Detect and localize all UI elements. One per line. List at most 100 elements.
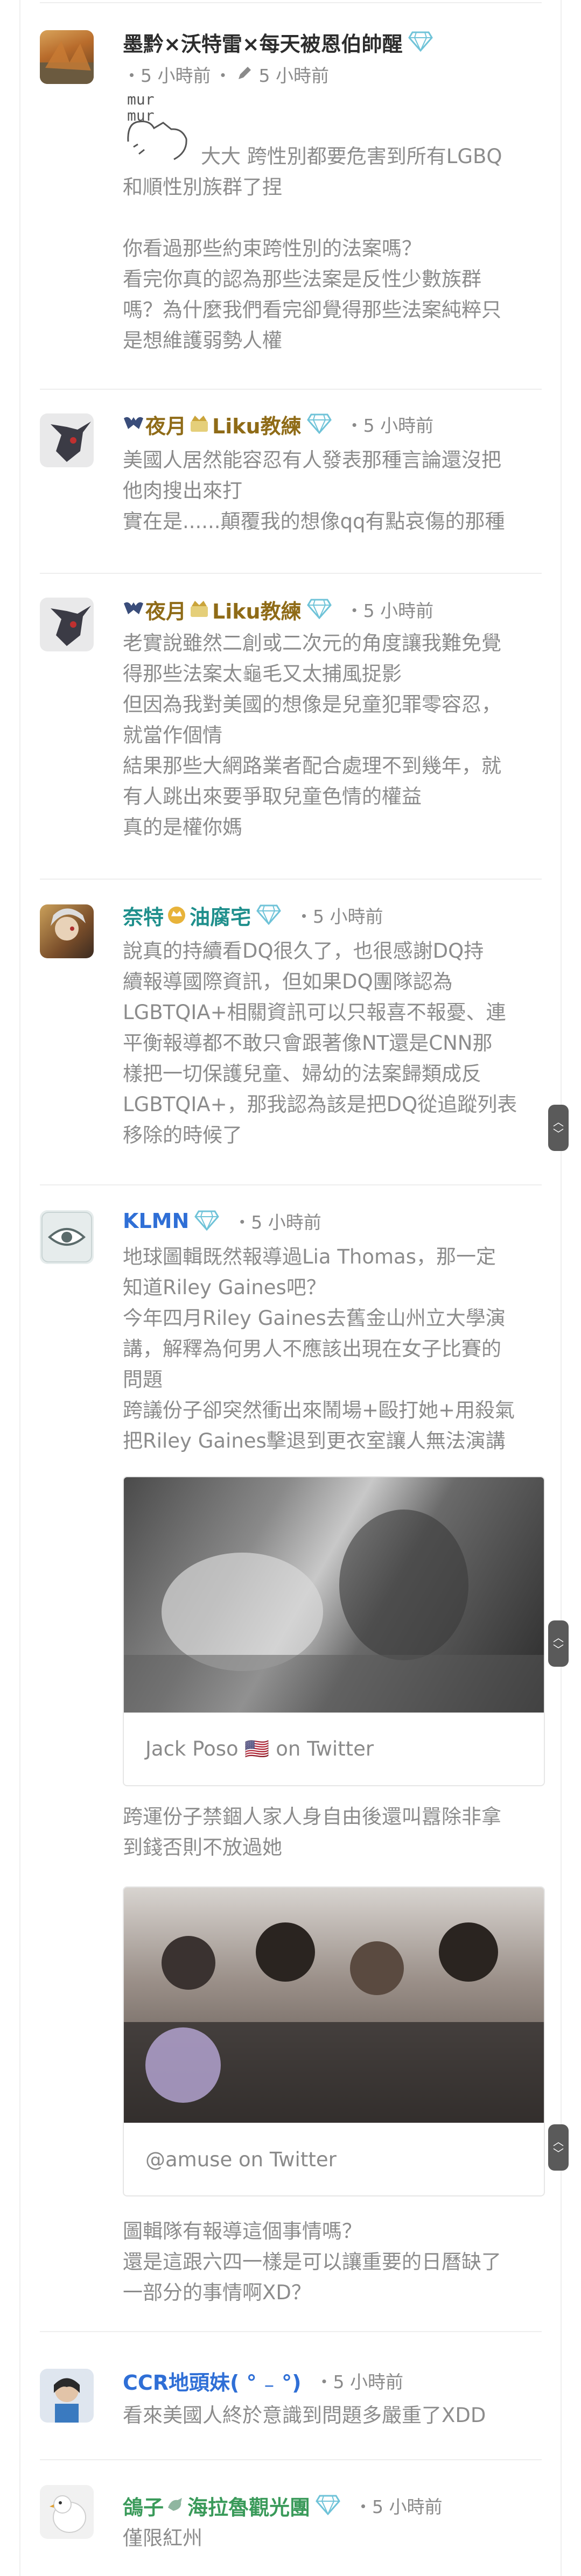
author-name[interactable]: 鴿子: [123, 2491, 164, 2521]
diamond-icon: [256, 903, 281, 927]
embed-caption[interactable]: @amuse on Twitter: [124, 2123, 544, 2195]
body-line: 和順性別族群了捏: [123, 176, 282, 199]
post-time: 5 小時前: [258, 65, 330, 86]
scroll-control[interactable]: ︿ ﹀: [548, 1105, 569, 1151]
post-body: 跨運份子禁錮人家人身自由後還叫囂除非拿 到錢否則不放過她: [123, 1801, 543, 1863]
body-line: [123, 202, 543, 233]
body-line: 知道Riley Gaines吧？: [123, 1276, 326, 1299]
chevron-up-icon[interactable]: ︿: [553, 1632, 564, 1644]
post-divider: [40, 389, 542, 390]
post-body: 地球圖輯既然報導過Lia Thomas，那一定 知道Riley Gaines吧？…: [123, 1241, 543, 1456]
body-line: 但因為我對美國的想像是兒童犯罪零容忍，: [123, 693, 501, 716]
post-divider: [40, 879, 542, 880]
author-name[interactable]: CCR地頭妹( ° ₋ °): [123, 2366, 302, 2396]
meta-dot: ・: [315, 2371, 333, 2392]
body-line: 說真的持續看DQ很久了，也很感謝DQ持: [123, 939, 484, 963]
chevron-up-icon[interactable]: ︿: [553, 2136, 564, 2147]
body-line: 結果那些大網路業者配合處理不到幾年，就: [123, 754, 501, 777]
chevron-down-icon[interactable]: ﹀: [553, 1644, 564, 1655]
crown-badge-icon: [188, 598, 210, 621]
meta-dot: ・: [214, 65, 232, 86]
avatar[interactable]: [40, 2485, 94, 2539]
body-line: 老實說雖然二創或二次元的角度讓我難免覺: [123, 631, 501, 655]
meta-dot: ・: [295, 906, 313, 927]
post-body: 圖輯隊有報導這個事情嗎？ 還是這跟六四一樣是可以讓重要的日曆缺了 一部分的事情啊…: [123, 2216, 543, 2308]
body-line: 跨運份子禁錮人家人身自由後還叫囂除非拿: [123, 1805, 501, 1828]
scroll-control[interactable]: ︿ ﹀: [548, 2124, 569, 2171]
body-line: LGBTQIA+相關資訊可以只報喜不報憂、連: [123, 1001, 506, 1024]
crown-badge-icon: [188, 412, 210, 436]
chevron-down-icon[interactable]: ﹀: [553, 2147, 564, 2159]
embed-caption[interactable]: Jack Poso 🇺🇸 on Twitter: [124, 1712, 544, 1785]
post-meta: ・ 5 小時前 ・ 5 小時前: [123, 59, 329, 89]
post-header: 夜月 Liku教練 ・ 5 小時前: [123, 409, 433, 439]
meta-dot: ・: [354, 2496, 373, 2517]
post-body: 僅限紅州: [123, 2523, 543, 2553]
post-divider: [40, 2, 542, 3]
twitter-embed[interactable]: Jack Poso 🇺🇸 on Twitter: [123, 1476, 545, 1786]
meta-dot: ・: [123, 65, 141, 86]
body-line: 問題: [123, 1368, 163, 1391]
body-line: 一部分的事情啊XD？: [123, 2281, 311, 2304]
body-line: 跨議份子卻突然衝出來鬧場+毆打她+用殺氣: [123, 1399, 515, 1422]
body-line: 今年四月Riley Gaines去舊金山州立大學演: [123, 1307, 506, 1330]
body-line: 平衡報導都不敢只會跟著像NT還是CNN那: [123, 1031, 493, 1055]
crown-badge-icon: [166, 903, 187, 927]
avatar[interactable]: [40, 2369, 94, 2423]
body-line: 實在是......顛覆我的想像qq有點哀傷的那種: [123, 510, 505, 533]
meta-dot: ・: [345, 600, 363, 621]
author-name[interactable]: 奈特: [123, 901, 164, 930]
body-line: 講，解釋為何男人不應該出現在女子比賽的: [123, 1337, 501, 1360]
post-body: 看來美國人終於意識到問題多嚴重了XDD: [123, 2400, 543, 2431]
body-line: 看完你真的認為那些法案是反性少數族群: [123, 268, 481, 291]
avatar[interactable]: [40, 1210, 94, 1264]
body-line: 樣把一切保護兒童、婦幼的法案歸類成反: [123, 1062, 481, 1085]
author-name[interactable]: 夜月: [145, 595, 186, 624]
body-line: 續報導國際資訊，但如果DQ團隊認為: [123, 970, 453, 993]
post-body: 說真的持續看DQ很久了，也很感謝DQ持 續報導國際資訊，但如果DQ團隊認為 LG…: [123, 936, 543, 1150]
sticker-text: mur mur: [127, 90, 155, 124]
diamond-icon: [306, 598, 332, 621]
post-header: 奈特 油腐宅 ・ 5 小時前: [123, 900, 383, 930]
pencil-icon: [235, 64, 254, 85]
meta-dot: ・: [233, 1212, 251, 1233]
body-line: 移除的時候了: [123, 1124, 242, 1147]
author-name[interactable]: 夜月: [145, 410, 186, 439]
post-body: 老實說雖然二創或二次元的角度讓我難免覺 得那些法案太龜毛又太捕風捉影 但因為我對…: [123, 628, 543, 843]
post-divider: [40, 2459, 542, 2460]
post-body: 大大 跨性別都要危害到所有LGBQ: [123, 141, 543, 172]
body-line: 地球圖輯既然報導過Lia Thomas，那一定: [123, 1245, 496, 1268]
edited-time: 5 小時前: [141, 65, 211, 86]
author-name[interactable]: KLMN: [123, 1209, 189, 1233]
post-time: 5 小時前: [372, 2496, 443, 2517]
embed-image[interactable]: [124, 1477, 544, 1712]
diamond-icon: [316, 2494, 340, 2517]
post-time: 5 小時前: [363, 415, 434, 436]
post-header: 墨黔×沃特雷×每天被恩伯帥醒: [123, 27, 433, 57]
post-time: 5 小時前: [363, 600, 434, 621]
body-line: 嗎？為什麼我們看完卻覺得那些法案純粹只: [123, 298, 501, 321]
body-line: 到錢否則不放過她: [123, 1836, 282, 1859]
scroll-control[interactable]: ︿ ﹀: [548, 1620, 569, 1667]
bat-wing-icon: [123, 414, 144, 434]
body-line: LGBTQIA+，那我認為該是把DQ從追蹤列表: [123, 1093, 517, 1116]
bat-wing-icon: [123, 599, 144, 620]
post-body: 和順性別族群了捏 你看過那些約束跨性別的法案嗎？ 看完你真的認為那些法案是反性少…: [123, 172, 543, 356]
author-name[interactable]: 墨黔×沃特雷×每天被恩伯帥醒: [123, 27, 403, 57]
body-line: 美國人居然能容忍有人發表那種言論還沒把: [123, 448, 501, 472]
chevron-up-icon[interactable]: ︿: [553, 1116, 564, 1128]
chevron-down-icon[interactable]: ﹀: [553, 1128, 564, 1140]
body-line: 大大 跨性別都要危害到所有LGBQ: [201, 145, 502, 168]
avatar[interactable]: [40, 904, 94, 958]
post-header: CCR地頭妹( ° ₋ °) ・ 5 小時前: [123, 2366, 403, 2396]
avatar[interactable]: [40, 598, 94, 651]
embed-image[interactable]: [124, 1887, 544, 2123]
post-header: 夜月 Liku教練 ・ 5 小時前: [123, 594, 433, 624]
body-line: 有人跳出來要爭取兒童色情的權益: [123, 785, 422, 808]
avatar[interactable]: [40, 413, 94, 467]
body-line: 看來美國人終於意識到問題多嚴重了XDD: [123, 2404, 486, 2427]
body-line: 是想維護弱勢人權: [123, 329, 282, 352]
body-line: 把Riley Gaines擊退到更衣室讓人無法演講: [123, 1429, 506, 1452]
twitter-embed[interactable]: @amuse on Twitter: [123, 1886, 545, 2196]
avatar[interactable]: [40, 30, 94, 84]
